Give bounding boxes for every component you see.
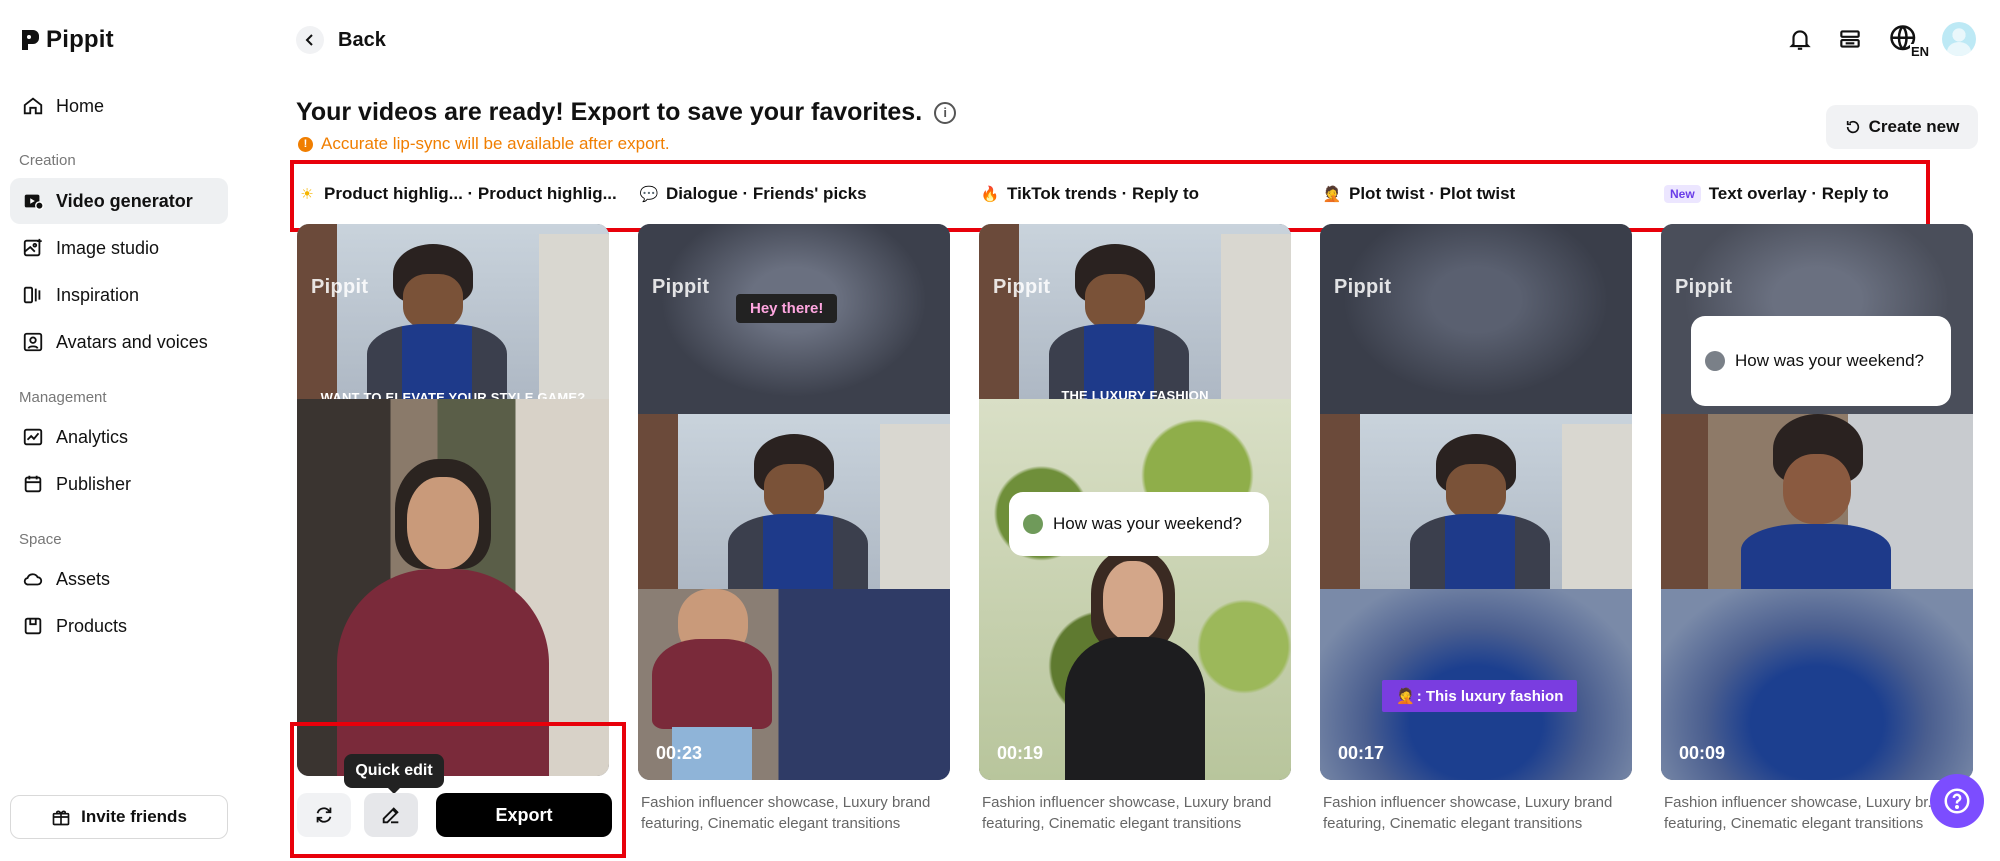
sidebar-item-image-studio[interactable]: Image studio (10, 225, 228, 271)
app-name: Pippit (46, 26, 114, 53)
refresh-icon (1846, 120, 1859, 134)
scene-blurred (1320, 224, 1632, 414)
chat-text: How was your weekend? (1735, 351, 1924, 370)
sidebar-item-publisher[interactable]: Publisher (10, 461, 228, 507)
scene-street-man (1320, 414, 1632, 589)
sidebar-item-label: Publisher (56, 473, 132, 494)
info-icon[interactable]: i (934, 101, 957, 124)
calendar-icon (24, 475, 42, 493)
sidebar-item-label: Home (56, 95, 105, 116)
video-description: Fashion influencer showcase, Luxury bran… (982, 794, 1272, 832)
video-card-1[interactable]: WANT TO ELEVATE YOUR STYLE GAME? Pippit (297, 224, 609, 776)
back-button[interactable]: Back (296, 26, 386, 54)
video-duration: 00:19 (997, 743, 1044, 763)
sidebar-section-creation: Creation (19, 152, 76, 169)
warning-text: Accurate lip-sync will be available afte… (321, 134, 670, 153)
analytics-icon (23, 428, 43, 446)
hey-there-bubble: Hey there! (736, 294, 838, 323)
tabs-highlight-box (290, 160, 1930, 232)
sidebar-section-space: Space (19, 531, 62, 548)
video-duration: 00:17 (1338, 743, 1385, 763)
sidebar-item-analytics[interactable]: Analytics (10, 414, 228, 460)
video-icon (24, 194, 44, 210)
video-duration: 00:23 (656, 743, 703, 763)
app-logo[interactable]: Pippit (20, 26, 114, 54)
scene-street-man (297, 224, 609, 399)
top-bar-icons: EN (1784, 22, 1976, 59)
page-title-text: Your videos are ready! Export to save yo… (296, 98, 923, 126)
sidebar-item-inspiration[interactable]: Inspiration (10, 272, 228, 318)
sidebar: Pippit Home Creation Video generator Ima… (0, 0, 240, 861)
box-icon (24, 617, 42, 635)
chat-bubble: How was your weekend? (1009, 492, 1269, 556)
text-overlay-label: 🤦 : This luxury fashion (1382, 680, 1578, 712)
sidebar-item-home[interactable]: Home (10, 83, 228, 129)
sidebar-section-management: Management (19, 389, 107, 406)
invite-friends-button[interactable]: Invite friends (10, 795, 228, 839)
pippit-watermark: Pippit (993, 276, 1051, 298)
sidebar-item-label: Avatars and voices (56, 331, 208, 352)
scene-closet-woman (297, 399, 609, 776)
scene-street-man (979, 224, 1291, 399)
chat-text: How was your weekend? (1053, 514, 1242, 533)
avatar-icon (23, 332, 43, 352)
pippit-watermark: Pippit (1334, 276, 1392, 298)
inspiration-icon (23, 286, 41, 304)
image-icon (23, 238, 42, 257)
help-icon (1944, 788, 1970, 814)
sidebar-item-label: Products (56, 615, 128, 636)
sidebar-item-label: Analytics (56, 426, 129, 447)
pippit-watermark: Pippit (1675, 276, 1733, 298)
video-card-3[interactable]: THE LUXURY FASHION How was your weekend?… (979, 224, 1291, 780)
chat-bubble: How was your weekend? (1691, 316, 1951, 406)
video-card-5[interactable]: How was your weekend? Pippit 00:09 (1661, 224, 1973, 780)
video-description: Fashion influencer showcase, Luxury bran… (1323, 794, 1613, 832)
stack-icon[interactable] (1834, 23, 1866, 55)
pippit-watermark: Pippit (652, 276, 710, 298)
pippit-logo-icon (22, 30, 39, 50)
language-icon[interactable]: EN (1884, 23, 1930, 59)
facepalm-icon: 🤦 (1396, 688, 1415, 705)
sidebar-item-avatars-voices[interactable]: Avatars and voices (10, 319, 228, 365)
actions-highlight-box (290, 722, 626, 858)
sidebar-item-label: Video generator (56, 190, 193, 211)
bell-icon[interactable] (1784, 23, 1816, 55)
lip-sync-warning: ! Accurate lip-sync will be available af… (298, 134, 670, 154)
create-new-label: Create new (1868, 117, 1960, 136)
gift-icon (52, 810, 70, 826)
video-description: Fashion influencer showcase, Luxury br..… (1664, 794, 1940, 832)
video-duration: 00:09 (1679, 743, 1726, 763)
sidebar-item-video-generator[interactable]: Video generator (10, 178, 228, 224)
page-title: Your videos are ready! Export to save yo… (296, 98, 957, 127)
sidebar-item-assets[interactable]: Assets (10, 556, 228, 602)
scene-woman-garden (979, 399, 1291, 780)
chat-avatar-icon (1705, 351, 1725, 371)
sidebar-item-label: Image studio (56, 237, 160, 258)
home-icon (23, 97, 43, 115)
video-card-4[interactable]: 🤦 : This luxury fashion Pippit 00:17 (1320, 224, 1632, 780)
warning-icon: ! (298, 136, 313, 152)
sidebar-item-label: Inspiration (56, 284, 140, 305)
video-card-2[interactable]: Hey there! Pippit 00:23 (638, 224, 950, 780)
back-label: Back (338, 28, 386, 51)
chevron-left-icon (296, 26, 324, 54)
cloud-icon (23, 573, 43, 586)
create-new-button[interactable]: Create new (1826, 105, 1978, 149)
scene-street-man (638, 414, 950, 589)
language-code: EN (1909, 44, 1930, 59)
chat-avatar-icon (1023, 514, 1043, 534)
sidebar-item-label: Assets (56, 568, 111, 589)
invite-label: Invite friends (81, 807, 187, 826)
sidebar-item-products[interactable]: Products (10, 603, 228, 649)
help-button[interactable] (1930, 774, 1984, 828)
scene-woman-street (1661, 414, 1973, 589)
video-description: Fashion influencer showcase, Luxury bran… (641, 794, 931, 832)
user-avatar[interactable] (1942, 22, 1976, 56)
pippit-watermark: Pippit (311, 276, 369, 298)
